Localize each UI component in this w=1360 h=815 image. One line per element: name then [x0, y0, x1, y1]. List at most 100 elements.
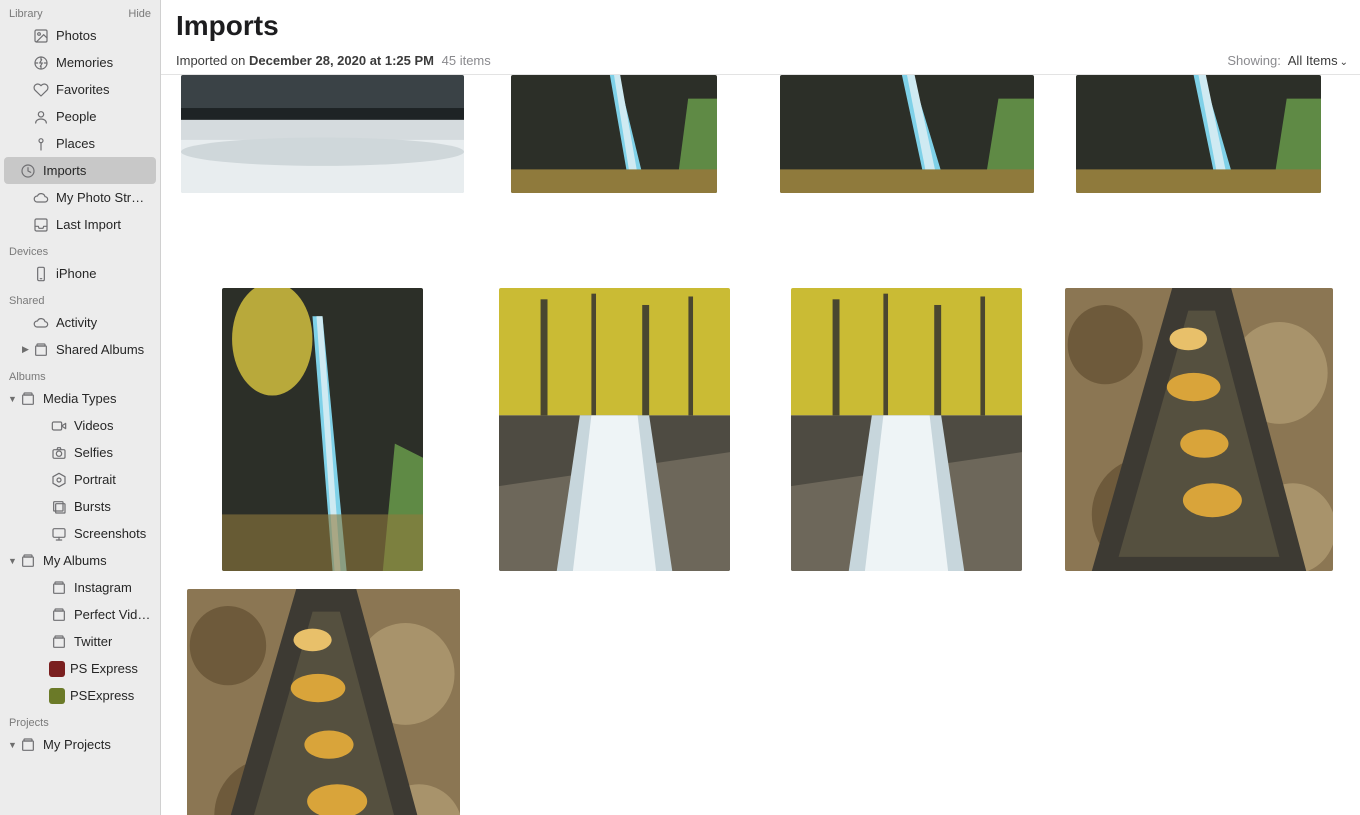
sidebar-item-my-projects[interactable]: ▼ My Projects [0, 731, 160, 758]
sidebar-item-label: Photos [56, 28, 96, 43]
sidebar-item-library-0[interactable]: Photos [0, 22, 160, 49]
screenshots-icon [49, 524, 69, 544]
sidebar-section-shared: Shared [0, 293, 160, 309]
portrait-icon [49, 470, 69, 490]
sidebar-item-media-types[interactable]: ▼ Media Types [0, 385, 160, 412]
sidebar-section-devices: Devices [0, 244, 160, 260]
album-icon [49, 632, 69, 652]
photo-thumbnail[interactable] [176, 75, 468, 270]
sidebar-item-media-type-4[interactable]: Screenshots [0, 520, 160, 547]
album-icon [49, 605, 69, 625]
clock-icon [18, 161, 38, 181]
disclosure-down-icon: ▼ [7, 740, 18, 750]
sidebar-item-label: My Photo Str… [56, 190, 144, 205]
sidebar-item-media-type-0[interactable]: Videos [0, 412, 160, 439]
sidebar-item-label: Instagram [74, 580, 132, 595]
sidebar-item-label: Activity [56, 315, 97, 330]
sidebar-item-label: Perfect Vid… [74, 607, 150, 622]
tray-icon [31, 215, 51, 235]
sidebar-item-label: Videos [74, 418, 114, 433]
sidebar-item-shared-0[interactable]: Activity [0, 309, 160, 336]
sidebar-item-label: Imports [43, 163, 86, 178]
sidebar-item-label: Favorites [56, 82, 109, 97]
filter-dropdown[interactable]: Showing: All Items⌄ [1227, 53, 1348, 68]
video-icon [49, 416, 69, 436]
sidebar-item-my-album-0[interactable]: Instagram [0, 574, 160, 601]
sidebar-item-device-0[interactable]: iPhone [0, 260, 160, 287]
import-prefix: Imported on [176, 53, 249, 68]
sidebar-item-label: Places [56, 136, 95, 151]
sidebar-item-my-albums[interactable]: ▼My Albums [0, 547, 160, 574]
cloud-icon [31, 313, 51, 333]
sidebar-item-library-2[interactable]: Favorites [0, 76, 160, 103]
sidebar-item-label: Screenshots [74, 526, 146, 541]
chevron-down-icon: ⌄ [1340, 57, 1348, 68]
app-icon [49, 661, 65, 677]
photo-thumbnail[interactable] [761, 288, 1053, 571]
photos-icon [31, 26, 51, 46]
pin-icon [31, 134, 51, 154]
sidebar-item-label: PSExpress [70, 688, 134, 703]
sidebar-section-projects: Projects [0, 715, 160, 731]
disclosure-down-icon: ▼ [7, 394, 18, 404]
sidebar-item-my-album-4[interactable]: PSExpress [0, 682, 160, 709]
sidebar-item-label: Twitter [74, 634, 112, 649]
app-icon [49, 688, 65, 704]
sidebar-item-library-5[interactable]: Imports [4, 157, 156, 184]
album-icon [18, 389, 38, 409]
section-title: Library [9, 8, 43, 20]
sidebar-item-library-6[interactable]: My Photo Str… [0, 184, 160, 211]
sidebar-item-label: My Projects [43, 737, 111, 752]
camera-icon [49, 443, 69, 463]
sidebar-item-library-3[interactable]: People [0, 103, 160, 130]
sidebar: Library Hide Photos Memories Favorites Peop… [0, 0, 161, 815]
photo-thumbnail[interactable] [468, 75, 760, 270]
content-header: Imports [161, 0, 1360, 47]
content-subbar: Imported on December 28, 2020 at 1:25 PM… [161, 47, 1360, 75]
photo-thumbnail[interactable] [176, 589, 471, 815]
photo-thumbnail[interactable] [761, 75, 1053, 270]
sidebar-section-library: Library Hide [0, 6, 160, 22]
photo-thumbnail[interactable] [468, 288, 760, 571]
import-count: 45 items [442, 53, 491, 68]
section-title: Projects [9, 717, 49, 729]
phone-icon [31, 264, 51, 284]
section-title: Shared [9, 295, 44, 307]
sidebar-item-library-1[interactable]: Memories [0, 49, 160, 76]
sidebar-item-media-type-2[interactable]: Portrait [0, 466, 160, 493]
import-info: Imported on December 28, 2020 at 1:25 PM… [176, 53, 491, 68]
cloud-icon [31, 188, 51, 208]
photo-thumbnail[interactable] [1053, 288, 1345, 571]
album-icon [18, 735, 38, 755]
photo-thumbnail[interactable] [1053, 75, 1345, 270]
filter-label: Showing: [1227, 53, 1280, 68]
filter-value: All Items [1288, 53, 1338, 68]
sidebar-item-label: Last Import [56, 217, 121, 232]
heart-icon [31, 80, 51, 100]
sidebar-item-label: People [56, 109, 96, 124]
sidebar-item-media-type-3[interactable]: Bursts [0, 493, 160, 520]
sidebar-item-label: Bursts [74, 499, 111, 514]
sidebar-item-label: Portrait [74, 472, 116, 487]
album-icon [18, 551, 38, 571]
disclosure-right-icon: ▶ [20, 344, 31, 355]
disclosure-down-icon: ▼ [7, 556, 18, 566]
sidebar-item-library-7[interactable]: Last Import [0, 211, 160, 238]
sidebar-section-albums: Albums [0, 369, 160, 385]
sidebar-item-label: Memories [56, 55, 113, 70]
person-icon [31, 107, 51, 127]
page-title: Imports [176, 10, 1345, 42]
sidebar-item-library-4[interactable]: Places [0, 130, 160, 157]
section-title: Albums [9, 371, 46, 383]
sidebar-item-label: PS Express [70, 661, 138, 676]
sidebar-item-shared-1[interactable]: ▶Shared Albums [0, 336, 160, 363]
album-icon [49, 578, 69, 598]
content-area: Imports Imported on December 28, 2020 at… [161, 0, 1360, 815]
hide-button[interactable]: Hide [128, 8, 151, 20]
photo-thumbnail[interactable] [176, 288, 468, 571]
sidebar-item-media-type-1[interactable]: Selfies [0, 439, 160, 466]
sidebar-item-label: Media Types [43, 391, 116, 406]
sidebar-item-my-album-3[interactable]: PS Express [0, 655, 160, 682]
sidebar-item-my-album-2[interactable]: Twitter [0, 628, 160, 655]
sidebar-item-my-album-1[interactable]: Perfect Vid… [0, 601, 160, 628]
